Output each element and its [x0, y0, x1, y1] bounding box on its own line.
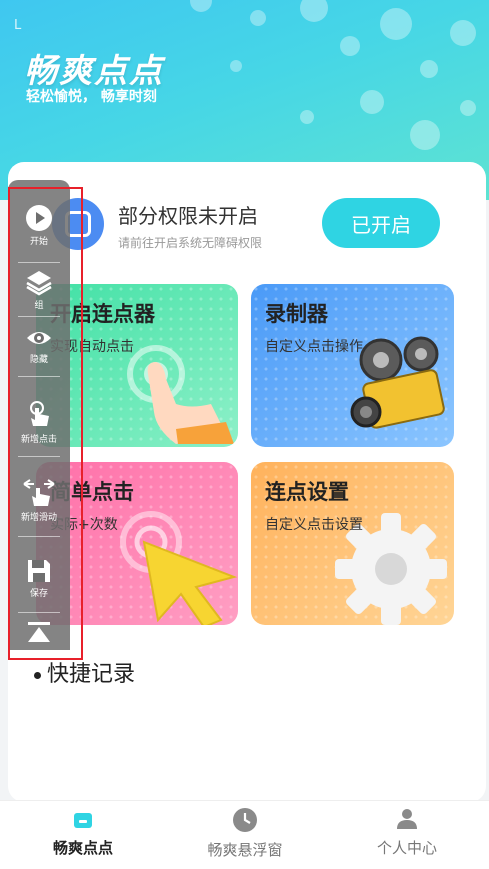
quick-record-label: 快捷记录 — [47, 662, 136, 687]
highlight-box — [8, 187, 83, 660]
clock-icon — [233, 808, 257, 832]
feature-title: 连点设置 — [265, 480, 349, 504]
tap-hand-icon — [127, 345, 234, 444]
permission-subtitle: 请前往开启系统无障碍权限 — [118, 236, 263, 250]
app-title: 畅爽点点 — [24, 51, 164, 90]
feature-title: 录制器 — [265, 302, 328, 326]
permission-enabled-button[interactable]: 已开启 — [322, 198, 440, 248]
feature-card-recorder[interactable]: 录制器 自定义点击操作 — [251, 284, 454, 447]
permission-title: 部分权限未开启 — [118, 204, 258, 228]
tab-floating-window[interactable]: 畅爽悬浮窗 — [180, 807, 310, 860]
status-indicator: L — [14, 18, 22, 33]
feature-card-click-settings[interactable]: 连点设置 自定义点击设置 — [251, 462, 454, 625]
tab-label: 畅爽点点 — [52, 839, 113, 857]
tab-label: 畅爽悬浮窗 — [207, 841, 283, 859]
quick-record-heading: 快捷记录 — [34, 656, 135, 688]
tab-label: 个人中心 — [376, 839, 437, 857]
tab-home[interactable]: 畅爽点点 — [18, 807, 148, 858]
app-subtitle: 轻松愉悦， 畅享时刻 — [26, 89, 157, 105]
person-icon — [397, 809, 417, 829]
feature-subtitle: 自定义点击设置 — [265, 517, 363, 533]
bottom-tab-bar: 畅爽点点 畅爽悬浮窗 个人中心 — [0, 800, 489, 869]
tab-profile[interactable]: 个人中心 — [342, 807, 472, 858]
feature-subtitle: 自定义点击操作 — [265, 339, 363, 355]
home-icon — [74, 813, 92, 828]
